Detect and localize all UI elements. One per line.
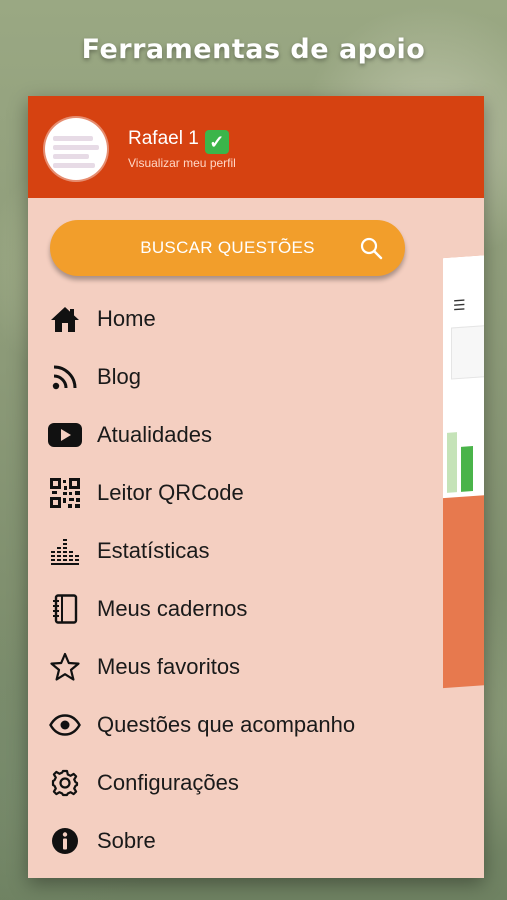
user-name-label: Rafael 1 — [128, 128, 199, 149]
menu-item-sobre[interactable]: Sobre — [28, 812, 484, 870]
youtube-icon — [47, 419, 83, 451]
user-name: Rafael 1 ✓ — [128, 128, 229, 154]
navigation-drawer: ☰ Rafael 1 ✓ Visualizar meu perfil BUSCAR… — [28, 96, 484, 878]
stats-icon — [47, 535, 83, 567]
search-questions-label: BUSCAR QUESTÕES — [140, 238, 315, 257]
menu-item-questoes-acompanho[interactable]: Questões que acompanho — [28, 696, 484, 754]
search-icon — [359, 236, 383, 260]
menu-item-estatisticas[interactable]: Estatísticas — [28, 522, 484, 580]
info-icon — [47, 825, 83, 857]
menu-item-configuracoes[interactable]: Configurações — [28, 754, 484, 812]
search-questions-button[interactable]: BUSCAR QUESTÕES — [50, 220, 405, 276]
eye-icon — [47, 709, 83, 741]
notebook-icon — [47, 593, 83, 625]
qrcode-icon — [47, 477, 83, 509]
menu-item-label: Questões que acompanho — [97, 712, 356, 737]
menu-item-meus-cadernos[interactable]: Meus cadernos — [28, 580, 484, 638]
menu-item-label: Sobre — [97, 828, 156, 853]
menu-item-label: Configurações — [97, 770, 239, 795]
menu-item-label: Estatísticas — [97, 538, 210, 563]
gear-icon — [47, 767, 83, 799]
page-title: Ferramentas de apoio — [81, 34, 426, 65]
menu-item-label: Atualidades — [97, 422, 212, 447]
avatar[interactable] — [45, 118, 107, 180]
rss-icon — [47, 361, 83, 393]
drawer-menu: Home Blog Atualidades Leitor QRCode Esta… — [28, 290, 484, 870]
star-icon — [47, 651, 83, 683]
menu-item-label: Blog — [97, 364, 142, 389]
menu-item-home[interactable]: Home — [28, 290, 484, 348]
verified-check-icon: ✓ — [204, 130, 229, 154]
view-profile-link[interactable]: Visualizar meu perfil — [128, 156, 236, 170]
home-icon — [47, 303, 83, 335]
menu-item-label: Home — [97, 306, 156, 331]
drawer-header: Rafael 1 ✓ Visualizar meu perfil — [28, 96, 484, 198]
menu-item-blog[interactable]: Blog — [28, 348, 484, 406]
menu-item-label: Meus favoritos — [97, 654, 241, 679]
menu-item-label: Leitor QRCode — [97, 480, 244, 505]
menu-item-qrcode[interactable]: Leitor QRCode — [28, 464, 484, 522]
menu-item-label: Meus cadernos — [97, 596, 248, 621]
menu-item-meus-favoritos[interactable]: Meus favoritos — [28, 638, 484, 696]
menu-item-atualidades[interactable]: Atualidades — [28, 406, 484, 464]
